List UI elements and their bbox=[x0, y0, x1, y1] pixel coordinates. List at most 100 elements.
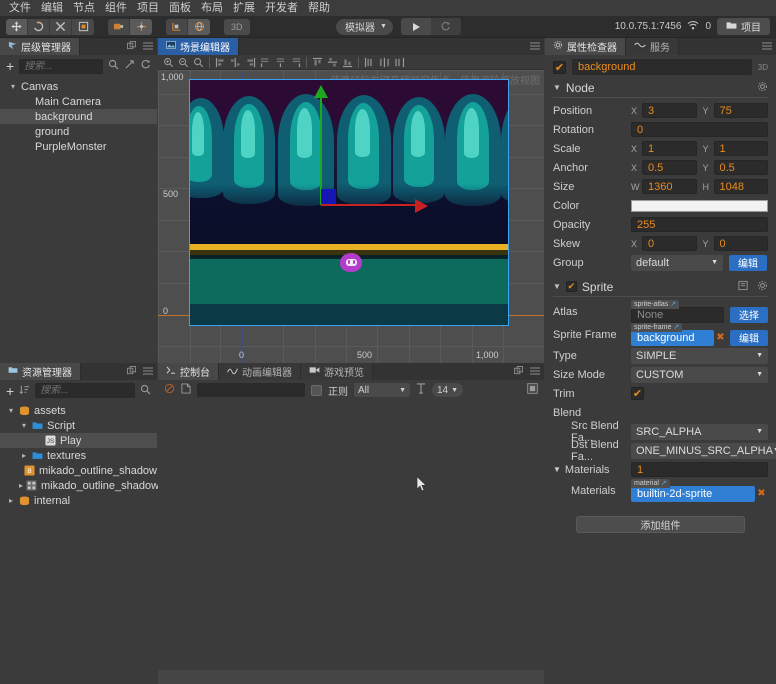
sort-icon[interactable] bbox=[19, 384, 30, 398]
world-gizmo-button[interactable] bbox=[188, 19, 210, 35]
add-node-button[interactable]: + bbox=[6, 59, 14, 73]
tab-assets[interactable]: 资源管理器 bbox=[0, 363, 81, 380]
zoom-out-icon[interactable] bbox=[176, 55, 191, 69]
chevron-down-icon[interactable]: ▾ bbox=[6, 406, 16, 415]
hierarchy-node-ground[interactable]: ground bbox=[0, 124, 157, 139]
material-clear-button[interactable]: ✖ bbox=[755, 486, 768, 502]
simulator-select[interactable]: 模拟器 ▼ bbox=[336, 19, 393, 35]
hamburger-menu-icon[interactable] bbox=[143, 41, 153, 53]
hamburger-menu-icon[interactable] bbox=[530, 41, 540, 53]
dist-vcenter-icon[interactable] bbox=[377, 55, 392, 69]
rotation-input[interactable]: 0 bbox=[631, 122, 768, 137]
console-filter-input[interactable] bbox=[197, 383, 305, 397]
anchor-x-input[interactable]: 0.5 bbox=[642, 160, 697, 175]
font-size-select[interactable]: 14 ▼ bbox=[432, 383, 463, 397]
tab-hierarchy[interactable]: 层级管理器 bbox=[0, 38, 80, 55]
chevron-down-icon[interactable]: ▾ bbox=[8, 82, 18, 91]
hierarchy-node-purplemonster[interactable]: PurpleMonster bbox=[0, 139, 157, 154]
node-enabled-checkbox[interactable]: ✔ bbox=[553, 61, 566, 74]
menu-item-component[interactable]: 组件 bbox=[100, 0, 132, 16]
chevron-right-icon[interactable]: ▸ bbox=[19, 451, 29, 460]
color-swatch[interactable] bbox=[631, 200, 768, 212]
menu-item-developer[interactable]: 开发者 bbox=[260, 0, 303, 16]
hamburger-menu-icon[interactable] bbox=[143, 366, 153, 378]
zoom-in-icon[interactable] bbox=[161, 55, 176, 69]
dist-hcenter-icon[interactable] bbox=[273, 55, 288, 69]
assets-search-box[interactable] bbox=[35, 383, 135, 398]
materials-section-title-wrap[interactable]: ▼ Materials bbox=[553, 464, 631, 476]
chevron-down-icon[interactable]: ▾ bbox=[19, 421, 29, 430]
rotate-tool-button[interactable] bbox=[28, 19, 50, 35]
gizmo-x-axis[interactable] bbox=[321, 204, 415, 206]
clear-console-icon[interactable] bbox=[164, 383, 175, 397]
assets-search-input[interactable] bbox=[40, 385, 130, 396]
menu-item-edit[interactable]: 编辑 bbox=[36, 0, 68, 16]
external-link-icon[interactable]: ↗ bbox=[661, 479, 667, 488]
tab-scene-editor[interactable]: 场景编辑器 bbox=[158, 38, 239, 55]
move-tool-button[interactable] bbox=[6, 19, 28, 35]
skew-x-input[interactable]: 0 bbox=[642, 236, 697, 251]
align-vcenter-icon[interactable] bbox=[325, 55, 340, 69]
font-size-icon[interactable] bbox=[416, 383, 426, 397]
toggle-3d-button[interactable]: 3D bbox=[224, 19, 250, 35]
asset-item-mikado_outline_shadow[interactable]: ▸mikado_outline_shadow bbox=[0, 478, 157, 493]
gear-icon[interactable] bbox=[757, 81, 768, 95]
materials-count-input[interactable]: 1 bbox=[631, 462, 768, 477]
menu-item-extension[interactable]: 扩展 bbox=[228, 0, 260, 16]
asset-item-mikado_outline_shadow[interactable]: Bmikado_outline_shadow bbox=[0, 463, 157, 478]
align-right-icon[interactable] bbox=[243, 55, 258, 69]
hierarchy-search-input[interactable] bbox=[24, 61, 98, 72]
gizmo-xy-handle[interactable] bbox=[321, 189, 336, 204]
align-hcenter-icon[interactable] bbox=[228, 55, 243, 69]
atlas-select-button[interactable]: 选择 bbox=[730, 307, 768, 323]
expand-icon[interactable] bbox=[124, 59, 135, 73]
scale-tool-button[interactable] bbox=[50, 19, 72, 35]
gear-icon[interactable] bbox=[757, 280, 768, 294]
external-link-icon[interactable]: ↗ bbox=[670, 300, 676, 309]
chevron-right-icon[interactable]: ▸ bbox=[6, 496, 16, 505]
regex-checkbox[interactable] bbox=[311, 385, 322, 396]
sprite-enabled-checkbox[interactable]: ✔ bbox=[566, 281, 577, 292]
sprite-type-select[interactable]: SIMPLE ▼ bbox=[631, 348, 768, 364]
console-output-area[interactable] bbox=[158, 403, 544, 666]
menu-item-node[interactable]: 节点 bbox=[68, 0, 100, 16]
popout-icon[interactable] bbox=[127, 41, 136, 53]
local-gizmo-button[interactable] bbox=[166, 19, 188, 35]
zoom-fit-icon[interactable] bbox=[191, 55, 206, 69]
asset-item-play[interactable]: JSPlay bbox=[0, 433, 157, 448]
play-button[interactable] bbox=[401, 18, 431, 35]
sprite-frame-edit-button[interactable]: 编辑 bbox=[730, 330, 768, 346]
purple-monster-sprite[interactable] bbox=[340, 253, 362, 272]
log-level-select[interactable]: All ▼ bbox=[354, 383, 410, 397]
hierarchy-node-canvas[interactable]: ▾Canvas bbox=[0, 79, 157, 94]
sprite-frame-clear-button[interactable]: ✖ bbox=[714, 330, 727, 346]
chevron-right-icon[interactable]: ▸ bbox=[19, 481, 23, 490]
tab-animation-editor[interactable]: 动画编辑器 bbox=[219, 363, 301, 380]
menu-item-layout[interactable]: 布局 bbox=[196, 0, 228, 16]
coordinate-toggle-button[interactable] bbox=[130, 19, 152, 35]
help-doc-icon[interactable] bbox=[738, 280, 749, 294]
menu-item-help[interactable]: 帮助 bbox=[303, 0, 335, 16]
hierarchy-search-box[interactable] bbox=[19, 59, 103, 74]
size-mode-select[interactable]: CUSTOM ▼ bbox=[631, 367, 768, 383]
search-icon[interactable] bbox=[108, 59, 119, 73]
trim-checkbox[interactable]: ✔ bbox=[631, 387, 644, 400]
open-project-button[interactable]: 项目 bbox=[717, 18, 770, 35]
anchor-y-input[interactable]: 0.5 bbox=[714, 160, 769, 175]
dst-blend-select[interactable]: ONE_MINUS_SRC_ALPHA ▼ bbox=[631, 443, 776, 459]
dist-left-icon[interactable] bbox=[258, 55, 273, 69]
align-left-icon[interactable] bbox=[213, 55, 228, 69]
log-file-icon[interactable] bbox=[181, 383, 191, 397]
rect-transform-tool-button[interactable] bbox=[72, 19, 94, 35]
tab-console[interactable]: 控制台 bbox=[158, 363, 219, 380]
asset-item-textures[interactable]: ▸textures bbox=[0, 448, 157, 463]
hierarchy-node-main-camera[interactable]: Main Camera bbox=[0, 94, 157, 109]
external-link-icon[interactable]: ↗ bbox=[673, 323, 679, 332]
group-select[interactable]: default ▼ bbox=[631, 255, 723, 271]
position-x-input[interactable]: 3 bbox=[642, 103, 697, 118]
menu-item-project[interactable]: 项目 bbox=[132, 0, 164, 16]
size-h-input[interactable]: 1048 bbox=[714, 179, 769, 194]
hamburger-menu-icon[interactable] bbox=[762, 41, 772, 53]
opacity-input[interactable]: 255 bbox=[631, 217, 768, 232]
src-blend-select[interactable]: SRC_ALPHA ▼ bbox=[631, 424, 768, 440]
